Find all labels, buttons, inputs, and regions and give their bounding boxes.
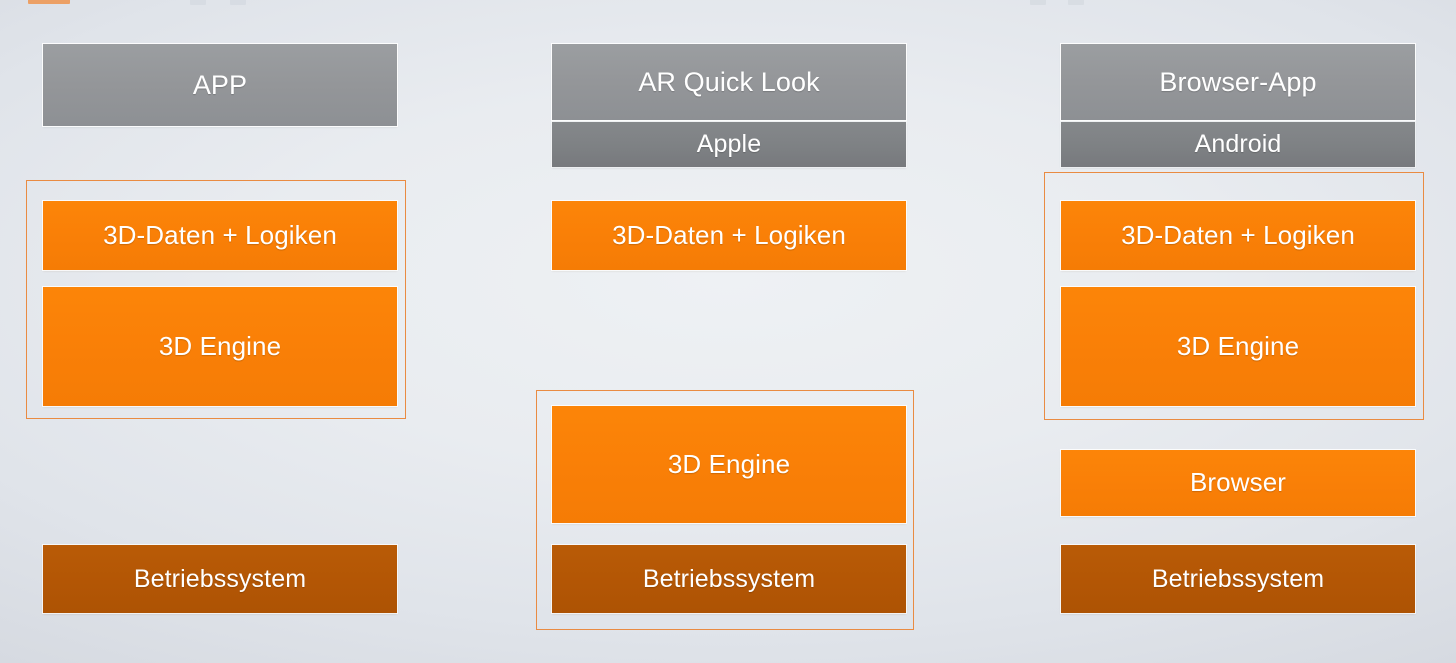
box-label-os-left: Betriebssystem [133,564,307,593]
box-3d-engine-left[interactable]: 3D Engine [43,287,397,406]
box-app-right[interactable]: Browser-App [1061,44,1415,120]
box-3d-engine-right[interactable]: 3D Engine [1061,287,1415,406]
box-os-left[interactable]: Betriebssystem [43,545,397,613]
box-label-browser-right: Browser [1189,467,1287,498]
box-vendor-right[interactable]: Android [1061,122,1415,167]
box-app-middle[interactable]: AR Quick Look [552,44,906,120]
box-label-vendor-middle: Apple [696,130,762,159]
column-browser-app: Browser-App Android 3D-Daten + Logiken 3… [1044,0,1424,663]
box-vendor-middle[interactable]: Apple [552,122,906,167]
box-label-os-right: Betriebssystem [1151,564,1325,593]
box-3d-engine-middle[interactable]: 3D Engine [552,406,906,523]
box-3d-data-middle[interactable]: 3D-Daten + Logiken [552,201,906,270]
box-label-3d-data-right: 3D-Daten + Logiken [1121,219,1355,250]
box-app-left[interactable]: APP [43,44,397,126]
box-label-app-left: APP [192,69,248,100]
slide-canvas: APP 3D-Daten + Logiken 3D Engine Betrieb… [0,0,1456,663]
box-label-3d-engine-right: 3D Engine [1176,330,1300,361]
box-browser-right[interactable]: Browser [1061,450,1415,516]
box-label-3d-engine-left: 3D Engine [158,330,282,361]
box-label-3d-data-middle: 3D-Daten + Logiken [612,219,846,250]
box-os-middle[interactable]: Betriebssystem [552,545,906,613]
column-ar-quick-look: AR Quick Look Apple 3D-Daten + Logiken 3… [536,0,915,663]
box-3d-data-right[interactable]: 3D-Daten + Logiken [1061,201,1415,270]
box-os-right[interactable]: Betriebssystem [1061,545,1415,613]
box-label-app-middle: AR Quick Look [638,66,820,97]
box-label-3d-engine-middle: 3D Engine [667,448,791,479]
ghost-mark-3 [1030,0,1046,5]
box-3d-data-left[interactable]: 3D-Daten + Logiken [43,201,397,270]
box-label-app-right: Browser-App [1159,66,1317,97]
column-native-app: APP 3D-Daten + Logiken 3D Engine Betrieb… [26,0,406,663]
box-label-vendor-right: Android [1194,130,1282,159]
box-label-os-middle: Betriebssystem [642,564,816,593]
box-label-3d-data-left: 3D-Daten + Logiken [103,219,337,250]
